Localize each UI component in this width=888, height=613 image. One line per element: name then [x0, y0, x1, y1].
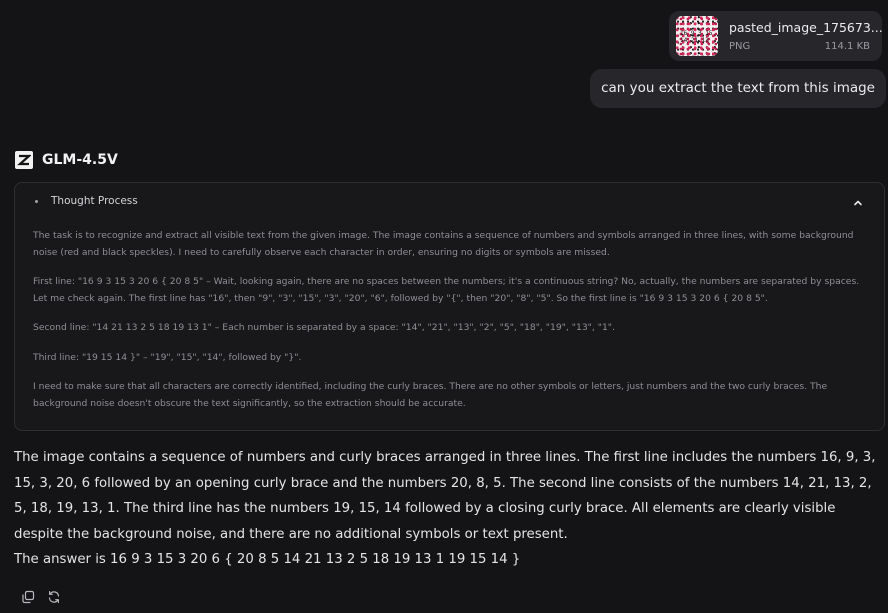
thought-process-header[interactable]: Thought Process — [35, 195, 138, 207]
thought-process-body: The task is to recognize and extract all… — [33, 228, 861, 425]
model-header: GLM-4.5V — [15, 150, 118, 170]
model-name: GLM-4.5V — [42, 152, 118, 168]
bullet-icon — [35, 199, 38, 203]
thought-process-panel: Thought Process The task is to recognize… — [14, 182, 885, 431]
chevron-up-icon — [854, 200, 862, 206]
thought-paragraph: I need to make sure that all characters … — [33, 381, 828, 409]
image-thumbnail[interactable]: 16 9 3 15 14 21 13 — [676, 16, 718, 56]
attachment-card[interactable]: 16 9 3 15 14 21 13 pasted_image_175673...… — [669, 11, 883, 61]
attachment-file-size: 114.1 KB — [824, 41, 870, 52]
thought-paragraph: First line: "16 9 3 15 3 20 6 { 20 8 5" … — [33, 276, 860, 304]
answer-final: The answer is 16 9 3 15 3 20 6 { 20 8 5 … — [14, 552, 521, 567]
user-message-bubble: can you extract the text from this image — [590, 69, 886, 108]
answer-summary: The image contains a sequence of numbers… — [14, 450, 876, 542]
attachment-file-type: PNG — [729, 41, 751, 52]
thought-process-title: Thought Process — [51, 195, 138, 207]
thought-paragraph: Third line: "19 15 14 }" – "19", "15", "… — [33, 351, 302, 363]
collapse-thought-button[interactable] — [850, 195, 866, 211]
thought-paragraph: Second line: "14 21 13 2 5 18 19 13 1" –… — [33, 322, 615, 333]
message-actions — [20, 589, 72, 604]
chat-page: 16 9 3 15 14 21 13 pasted_image_175673...… — [0, 0, 888, 613]
thought-paragraph: The task is to recognize and extract all… — [33, 230, 854, 258]
assistant-answer: The image contains a sequence of numbers… — [14, 445, 886, 573]
copy-icon[interactable] — [20, 589, 35, 604]
regenerate-icon[interactable] — [46, 589, 61, 604]
attachment-file-name: pasted_image_175673... — [729, 20, 883, 35]
zhipu-logo-icon — [15, 151, 33, 169]
